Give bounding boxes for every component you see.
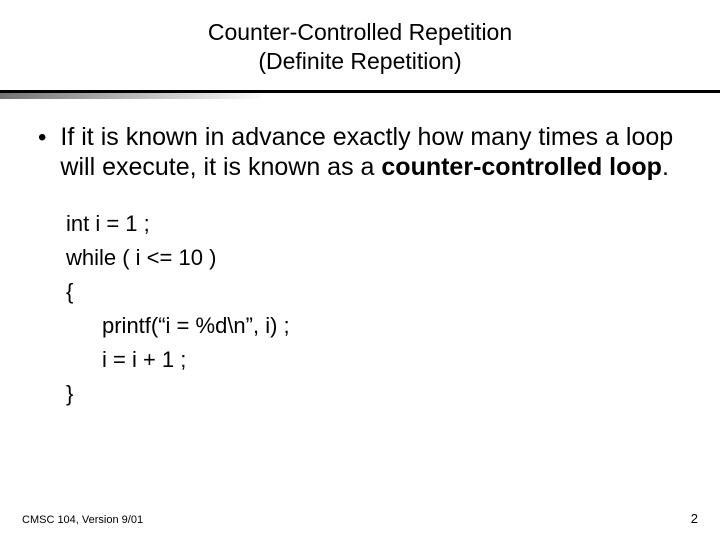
slide-body: • If it is known in advance exactly how … [0, 100, 720, 412]
bullet-marker: • [38, 122, 46, 152]
code-example: int i = 1 ; while ( i <= 10 ) { printf(“… [66, 207, 682, 412]
slide-title: Counter-Controlled Repetition (Definite … [0, 0, 720, 90]
bullet-item: • If it is known in advance exactly how … [38, 122, 682, 183]
title-line-2: (Definite Repetition) [0, 47, 720, 76]
bullet-text: If it is known in advance exactly how ma… [60, 122, 682, 183]
code-line-1: int i = 1 ; [66, 207, 682, 241]
code-line-4: printf(“i = %d\n”, i) ; [102, 309, 682, 343]
bullet-suffix: . [662, 153, 669, 181]
title-divider [0, 90, 720, 100]
code-line-5: i = i + 1 ; [102, 343, 682, 377]
code-line-3: { [66, 275, 682, 309]
footer-text: CMSC 104, Version 9/01 [22, 514, 143, 526]
title-line-1: Counter-Controlled Repetition [0, 18, 720, 47]
code-line-2: while ( i <= 10 ) [66, 241, 682, 275]
bullet-bold-term: counter-controlled loop [381, 153, 662, 181]
page-number: 2 [691, 511, 698, 526]
code-line-6: } [66, 377, 682, 411]
